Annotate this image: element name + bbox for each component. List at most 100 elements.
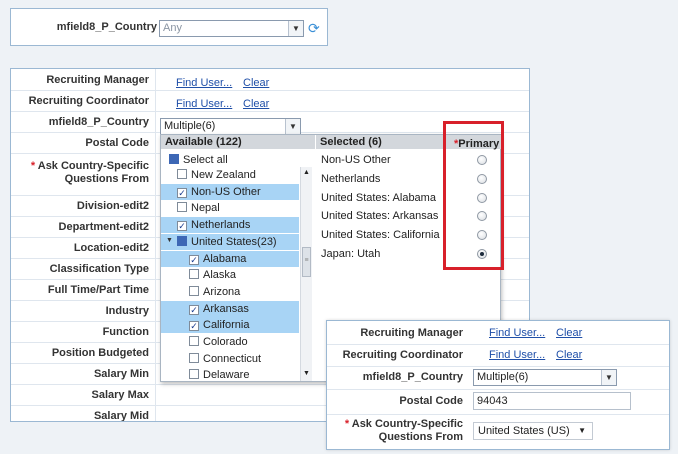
inset-clear-manager[interactable]: Clear — [556, 327, 582, 339]
scrollbar-thumb[interactable]: ≡ — [302, 247, 311, 277]
list-item-checkbox[interactable] — [189, 352, 199, 363]
inset-ask-label: * Ask Country-Specific Questions From — [327, 418, 463, 444]
form-row-label: Salary Min — [93, 368, 149, 380]
inset-recruiting-coordinator-label: Recruiting Coordinator — [342, 349, 463, 361]
primary-header: *Primary — [454, 138, 499, 150]
form-row-label: Location-edit2 — [73, 242, 149, 254]
list-item-checkbox[interactable]: ✓ — [189, 321, 199, 332]
primary-radio[interactable] — [477, 249, 487, 259]
available-list-item[interactable]: Nepal — [161, 200, 299, 216]
form-row-label: Industry — [105, 305, 149, 317]
selected-list-item: United States: Arkansas — [321, 210, 439, 223]
primary-radio[interactable] — [477, 173, 487, 184]
form-row-label: Department-edit2 — [58, 221, 149, 233]
form-row-label: Recruiting Coordinator — [28, 95, 149, 107]
country-field-label: mfield8_P_Country — [56, 21, 157, 33]
form-row-label-line1: Ask Country-Specific — [37, 160, 149, 172]
available-list-item[interactable]: ✓ Netherlands — [161, 217, 299, 234]
form-row-label: mfield8_P_Country — [48, 116, 149, 128]
country-any-select[interactable]: Any ▼ — [159, 20, 304, 37]
list-item-checkbox[interactable] — [189, 369, 199, 380]
inset-find-user-manager[interactable]: Find User... — [489, 327, 545, 339]
form-row-label: Division-edit2 — [76, 200, 149, 212]
inset-country-select[interactable]: Multiple(6) ▼ — [473, 369, 617, 386]
list-item-label: Netherlands — [191, 219, 251, 232]
chevron-down-icon[interactable]: ▼ — [578, 423, 586, 439]
list-item-checkbox[interactable] — [189, 336, 199, 346]
list-item-label: Alabama — [203, 252, 247, 265]
form-row-label: * Ask Country-Specific Questions From — [15, 160, 149, 186]
inset-ask-label-2: Questions From — [378, 431, 463, 443]
find-user-link-manager[interactable]: Find User... — [176, 77, 232, 89]
form-row-label: Postal Code — [85, 137, 149, 149]
available-list-item[interactable]: Connecticut — [161, 351, 299, 367]
list-item-checkbox[interactable]: ✓ — [177, 221, 187, 232]
inset-clear-coordinator[interactable]: Clear — [556, 349, 582, 361]
selected-list-item: United States: California — [321, 229, 440, 242]
list-item-label: Colorado — [203, 336, 248, 348]
form-row-label-line2: Questions From — [64, 173, 149, 185]
country-any-value: Any — [163, 22, 182, 34]
list-item-checkbox[interactable]: ✓ — [189, 304, 199, 315]
form-row-label: Full Time/Part Time — [47, 284, 149, 296]
available-list-item[interactable]: Arizona — [161, 284, 299, 300]
country-multiple-value: Multiple(6) — [164, 120, 216, 132]
list-item-checkbox[interactable]: ✓ — [177, 187, 187, 198]
inset-postal-label: Postal Code — [399, 395, 463, 407]
list-item-checkbox[interactable]: ✓ — [189, 254, 199, 265]
scroll-up-icon[interactable]: ▲ — [303, 169, 310, 176]
inset-ask-label-1: Ask Country-Specific — [351, 418, 463, 430]
find-user-link-coordinator[interactable]: Find User... — [176, 98, 232, 110]
list-item-checkbox[interactable] — [189, 269, 199, 280]
form-row-divider — [11, 90, 529, 91]
required-star: * — [30, 160, 36, 172]
inset-country-label: mfield8_P_Country — [362, 371, 463, 383]
list-item-checkbox[interactable] — [189, 285, 199, 296]
country-multiple-select[interactable]: Multiple(6) ▼ — [160, 118, 301, 135]
select-all-checkbox[interactable] — [169, 154, 179, 164]
selected-list-item: United States: Alabama — [321, 191, 436, 204]
list-item-label: Connecticut — [203, 352, 262, 365]
available-list-item[interactable]: ✓ Alabama — [161, 250, 299, 267]
inset-questions-select[interactable]: United States (US) ▼ — [473, 422, 593, 440]
chevron-down-icon[interactable]: ▼ — [288, 21, 303, 36]
available-list-item[interactable]: Colorado — [161, 334, 299, 350]
selected-list-item: Japan: Utah — [321, 248, 381, 260]
available-list-item[interactable]: ✓ California — [161, 317, 299, 334]
list-item-label: Non-US Other — [191, 185, 261, 198]
available-list-item[interactable]: New Zealand — [161, 167, 299, 183]
available-list-item[interactable]: ✓ Non-US Other — [161, 183, 299, 200]
available-list[interactable]: New Zealand ✓ Non-US Other Nepal ✓ Netherland… — [161, 167, 299, 383]
available-list-item[interactable]: Delaware — [161, 367, 299, 383]
primary-radio[interactable] — [477, 155, 487, 165]
primary-radio[interactable] — [477, 192, 487, 203]
inset-form-panel: Recruiting Manager Find User... Clear Re… — [326, 320, 670, 450]
inset-questions-value: United States (US) — [478, 425, 570, 437]
list-item-checkbox[interactable] — [177, 169, 187, 179]
primary-highlight-box: *Primary — [443, 121, 504, 270]
available-list-item[interactable]: ✓ Arkansas — [161, 300, 299, 317]
list-item-checkbox[interactable] — [177, 202, 187, 213]
list-item-label: Arizona — [203, 285, 241, 298]
inset-find-user-coordinator[interactable]: Find User... — [489, 349, 545, 361]
list-item-checkbox[interactable] — [177, 235, 187, 246]
expand-arrow-icon[interactable]: ▼ — [166, 237, 173, 244]
available-list-item[interactable]: United States(23) — [161, 233, 299, 250]
select-all-item[interactable]: Select all — [169, 152, 228, 168]
inset-postal-input[interactable]: 94043 — [473, 392, 631, 410]
available-scrollbar[interactable]: ▲ ≡ ▼ — [300, 167, 312, 381]
selected-list-item: Netherlands — [321, 172, 381, 185]
available-list-item[interactable]: Alaska — [161, 267, 299, 283]
form-row-label: Function — [102, 326, 149, 338]
chevron-down-icon[interactable]: ▼ — [601, 370, 616, 385]
clear-link-manager[interactable]: Clear — [243, 77, 269, 89]
list-item-label: Arkansas — [203, 302, 249, 315]
refresh-icon[interactable]: ⟳ — [308, 21, 322, 35]
form-row-label: Classification Type — [49, 263, 149, 275]
clear-link-coordinator[interactable]: Clear — [243, 98, 269, 110]
inset-postal-value: 94043 — [477, 395, 508, 407]
form-column-divider — [155, 69, 156, 421]
chevron-down-icon[interactable]: ▼ — [285, 119, 300, 134]
scroll-down-icon[interactable]: ▼ — [303, 370, 310, 377]
list-item-label: Delaware — [203, 369, 250, 382]
